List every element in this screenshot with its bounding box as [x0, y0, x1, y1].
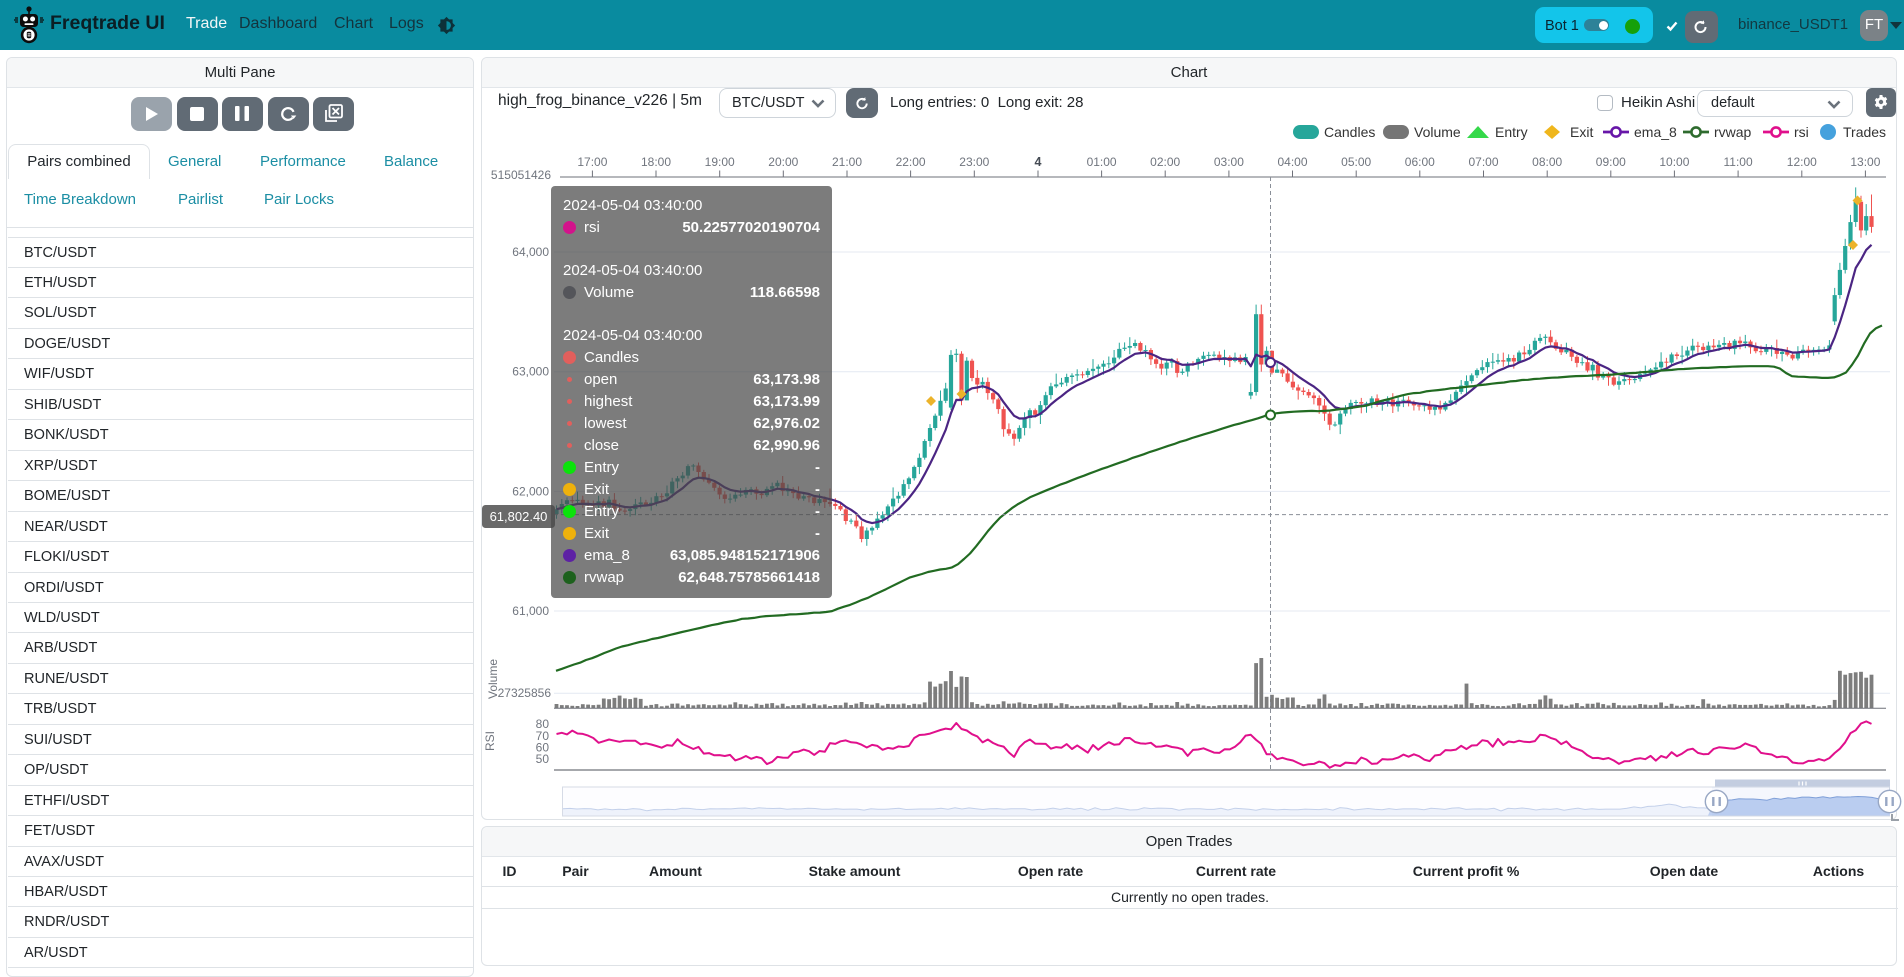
- svg-text:18:00: 18:00: [641, 155, 671, 169]
- svg-text:07:00: 07:00: [1468, 155, 1498, 169]
- svg-text:61,802.40: 61,802.40: [490, 509, 548, 524]
- svg-text:27325856: 27325856: [498, 686, 552, 700]
- svg-text:21:00: 21:00: [832, 155, 862, 169]
- svg-text:11:00: 11:00: [1724, 155, 1753, 169]
- svg-text:13:00: 13:00: [1850, 155, 1880, 169]
- svg-text:63,000: 63,000: [512, 365, 549, 379]
- svg-text:02:00: 02:00: [1150, 155, 1180, 169]
- svg-text:20:00: 20:00: [768, 155, 798, 169]
- svg-text:08:00: 08:00: [1532, 155, 1562, 169]
- svg-text:Volume: Volume: [486, 659, 500, 699]
- svg-text:22:00: 22:00: [896, 155, 926, 169]
- svg-text:61,000: 61,000: [512, 604, 549, 618]
- svg-text:03:00: 03:00: [1214, 155, 1244, 169]
- svg-text:RSI: RSI: [483, 731, 497, 751]
- svg-text:19:00: 19:00: [705, 155, 735, 169]
- svg-text:64,000: 64,000: [512, 245, 549, 259]
- svg-text:04:00: 04:00: [1277, 155, 1307, 169]
- svg-text:515051426: 515051426: [491, 168, 551, 182]
- svg-text:4: 4: [1035, 155, 1042, 169]
- svg-text:10:00: 10:00: [1659, 155, 1689, 169]
- svg-text:05:00: 05:00: [1341, 155, 1371, 169]
- svg-text:62,000: 62,000: [512, 484, 549, 498]
- svg-text:09:00: 09:00: [1596, 155, 1626, 169]
- svg-text:50: 50: [536, 752, 550, 766]
- svg-text:06:00: 06:00: [1405, 155, 1435, 169]
- svg-text:17:00: 17:00: [577, 155, 607, 169]
- svg-text:12:00: 12:00: [1787, 155, 1817, 169]
- svg-text:01:00: 01:00: [1087, 155, 1117, 169]
- svg-text:23:00: 23:00: [959, 155, 989, 169]
